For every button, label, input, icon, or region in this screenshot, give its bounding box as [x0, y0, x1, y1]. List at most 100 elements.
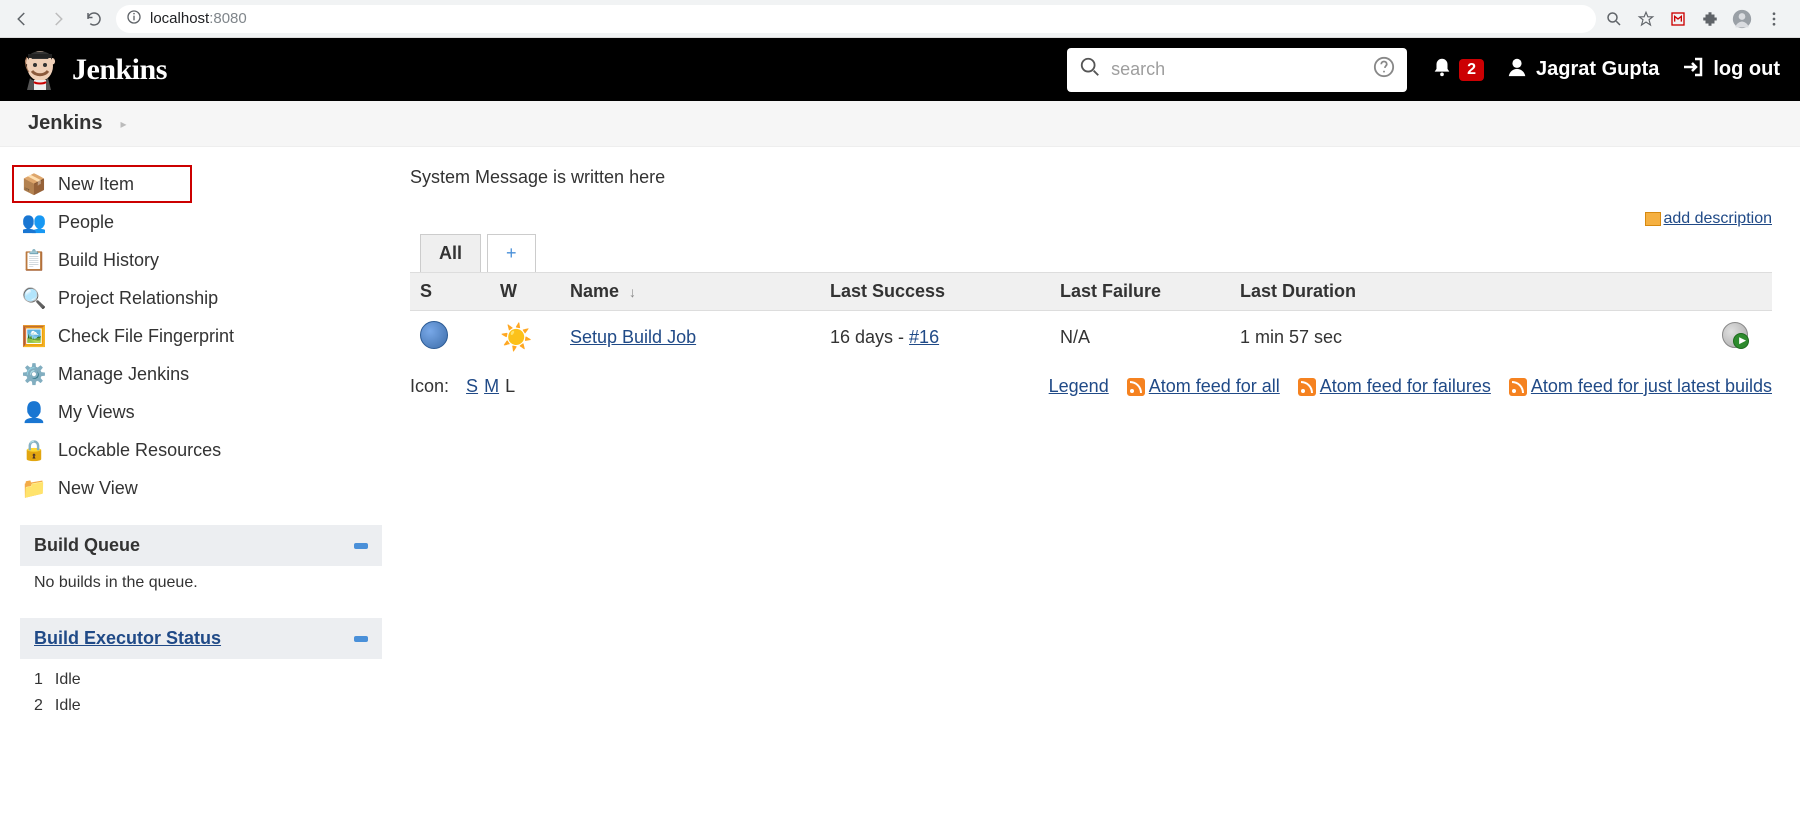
weather-sunny-icon: ☀️	[500, 322, 532, 352]
sidebar-item[interactable]: ⚙️ Manage Jenkins	[12, 355, 390, 393]
rss-icon	[1127, 378, 1145, 396]
browser-back-button[interactable]	[8, 5, 36, 33]
extensions-icon[interactable]	[1700, 9, 1720, 29]
sidebar-item-icon: 📋	[22, 248, 46, 272]
sidebar-item[interactable]: 📦 New Item	[12, 165, 192, 203]
search-input[interactable]	[1111, 59, 1363, 80]
sidebar-item[interactable]: 🔒Lockable Resources	[12, 431, 390, 469]
bell-icon	[1431, 55, 1453, 85]
jobs-table: S W Name ↓ Last Success Last Failure Las…	[410, 272, 1772, 364]
edit-icon	[1645, 212, 1661, 226]
user-icon	[1506, 56, 1528, 84]
col-last-failure[interactable]: Last Failure	[1050, 273, 1230, 311]
logout-label: log out	[1713, 58, 1780, 81]
url-text: localhost:8080	[150, 10, 247, 27]
last-duration-cell: 1 min 57 sec	[1230, 311, 1712, 365]
breadcrumb-separator-icon[interactable]: ▸	[120, 117, 126, 131]
bookmark-star-icon[interactable]	[1636, 9, 1656, 29]
sidebar-item[interactable]: 📁 New View	[12, 469, 390, 507]
icon-size-l: L	[505, 376, 515, 397]
icon-size-m[interactable]: M	[484, 376, 499, 397]
collapse-icon[interactable]	[354, 636, 368, 642]
sidebar-item-icon: 👤	[22, 400, 46, 424]
sort-down-icon: ↓	[629, 284, 636, 300]
executor-row: 1 Idle	[34, 667, 368, 693]
sidebar-item-label: New View	[58, 478, 138, 499]
collapse-icon[interactable]	[354, 543, 368, 549]
search-box[interactable]	[1067, 48, 1407, 92]
sidebar-item-icon: ⚙️	[22, 362, 46, 386]
profile-avatar-icon[interactable]	[1732, 9, 1752, 29]
browser-toolbar: localhost:8080	[0, 0, 1800, 38]
sidebar-item-label: My Views	[58, 402, 135, 423]
col-weather[interactable]: W	[490, 273, 560, 311]
sidebar-item-icon: 📦	[22, 172, 46, 196]
sidebar-task-list: 📦 New Item 👥People📋Build History 🔍 Project R…	[12, 165, 390, 507]
search-icon	[1079, 56, 1101, 83]
jenkins-logo[interactable]: Jenkins	[20, 48, 167, 92]
chrome-menu-icon[interactable]	[1764, 9, 1784, 29]
breadcrumb: Jenkins ▸	[0, 101, 1800, 147]
schedule-build-icon[interactable]: ▶	[1722, 322, 1748, 348]
rss-icon	[1298, 378, 1316, 396]
executor-number: 2	[34, 697, 43, 715]
tab-add-view[interactable]: +	[487, 234, 536, 272]
col-status[interactable]: S	[410, 273, 490, 311]
job-name-link[interactable]: Setup Build Job	[570, 327, 696, 347]
tab-all[interactable]: All	[420, 234, 481, 272]
col-last-duration[interactable]: Last Duration	[1230, 273, 1712, 311]
view-tabs: All +	[420, 234, 1772, 272]
build-queue-widget: Build Queue No builds in the queue.	[20, 525, 382, 600]
breadcrumb-root[interactable]: Jenkins	[28, 112, 102, 135]
build-link[interactable]: #16	[909, 327, 939, 347]
sidebar-item[interactable]: 👥People	[12, 203, 390, 241]
sidebar-item-label: Project Relationship	[58, 288, 218, 309]
browser-forward-button[interactable]	[44, 5, 72, 33]
system-message: System Message is written here	[410, 167, 1772, 188]
sidebar-item[interactable]: 📋Build History	[12, 241, 390, 279]
legend-link[interactable]: Legend	[1049, 376, 1109, 397]
logout-link[interactable]: log out	[1681, 55, 1780, 85]
sidebar-item-icon: 📁	[22, 476, 46, 500]
icon-size-s[interactable]: S	[466, 376, 478, 397]
build-executor-title[interactable]: Build Executor Status	[34, 628, 221, 649]
sidebar-item-label: People	[58, 212, 114, 233]
sidebar-item[interactable]: 🖼️Check File Fingerprint	[12, 317, 390, 355]
executor-row: 2Idle	[34, 693, 368, 719]
atom-feed-all[interactable]: Atom feed for all	[1149, 376, 1280, 396]
atom-feed-latest[interactable]: Atom feed for just latest builds	[1531, 376, 1772, 396]
add-description-link[interactable]: add description	[1663, 210, 1772, 227]
zoom-icon[interactable]	[1604, 9, 1624, 29]
icon-size-selector: Icon: S M L	[410, 376, 515, 397]
notification-count-badge: 2	[1459, 59, 1484, 81]
atom-feed-failures[interactable]: Atom feed for failures	[1320, 376, 1491, 396]
search-help-icon[interactable]	[1373, 56, 1395, 83]
browser-address-bar[interactable]: localhost:8080	[116, 5, 1596, 33]
mcafee-icon[interactable]	[1668, 9, 1688, 29]
status-ball-icon	[420, 321, 448, 349]
username-label: Jagrat Gupta	[1536, 58, 1659, 81]
executor-number: 1	[34, 671, 43, 689]
notifications[interactable]: 2	[1431, 55, 1484, 85]
sidebar-item[interactable]: 👤 My Views	[12, 393, 390, 431]
site-info-icon[interactable]	[126, 9, 142, 29]
current-user[interactable]: Jagrat Gupta	[1506, 56, 1659, 84]
executor-state: Idle	[55, 671, 81, 689]
sidebar-item-icon: 🔒	[22, 438, 46, 462]
main-panel: System Message is written here add descr…	[390, 147, 1800, 727]
icon-size-label: Icon:	[410, 376, 449, 397]
jenkins-mascot-icon	[20, 48, 60, 92]
build-queue-title: Build Queue	[34, 535, 140, 556]
jenkins-brand-text: Jenkins	[72, 53, 167, 87]
sidebar-item-label: New Item	[58, 174, 134, 195]
build-queue-message: No builds in the queue.	[20, 566, 382, 600]
side-panel: 📦 New Item 👥People📋Build History 🔍 Project R…	[0, 147, 390, 727]
sidebar-item-label: Manage Jenkins	[58, 364, 189, 385]
sidebar-item-icon: 🔍	[22, 286, 46, 310]
col-last-success[interactable]: Last Success	[820, 273, 1050, 311]
build-executor-widget: Build Executor Status 1 Idle 2Idle	[20, 618, 382, 727]
sidebar-item[interactable]: 🔍 Project Relationship	[12, 279, 390, 317]
browser-reload-button[interactable]	[80, 5, 108, 33]
col-name[interactable]: Name ↓	[560, 273, 820, 311]
browser-right-icons	[1604, 9, 1792, 29]
